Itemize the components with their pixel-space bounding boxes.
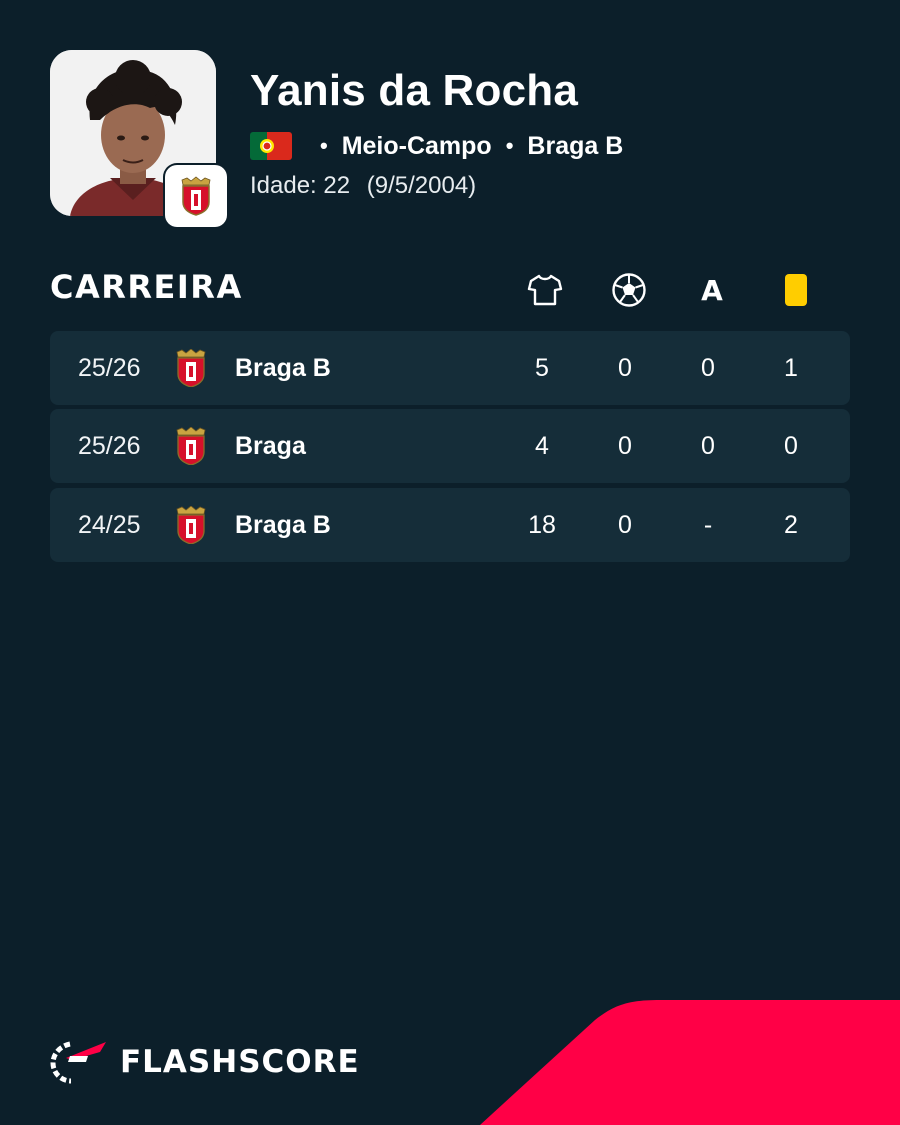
separator-dot: • — [320, 133, 328, 158]
player-age: Idade: 22 — [250, 172, 351, 199]
goals-value: 0 — [618, 353, 632, 382]
braga-crest-icon — [181, 176, 211, 216]
portugal-flag-icon — [250, 132, 292, 160]
assists-value: - — [703, 510, 713, 539]
brand-name: FLASHSCORE — [120, 1044, 360, 1080]
table-row: 24/25 Braga B 18 0 - 2 — [50, 488, 850, 562]
football-icon — [609, 270, 649, 310]
club-name: Braga B — [235, 353, 331, 382]
section-title: CARREIRA — [50, 268, 243, 306]
player-meta-row: • Meio-Campo • Braga B — [250, 130, 623, 162]
yellow-card-icon — [776, 270, 816, 310]
season: 25/26 — [78, 353, 141, 382]
season: 24/25 — [78, 510, 141, 539]
appearances-value: 18 — [528, 510, 556, 539]
appearances-value: 5 — [535, 353, 549, 382]
club-badge — [165, 165, 227, 227]
assists-value: 0 — [701, 431, 715, 460]
table-row: 25/26 Braga B 5 0 0 1 — [50, 331, 850, 405]
braga-crest-icon — [176, 427, 206, 465]
player-career-card: Yanis da Rocha • Meio-Campo • Braga B Id… — [0, 0, 900, 1125]
yellow-cards-value: 1 — [784, 353, 798, 382]
braga-crest-icon — [176, 506, 206, 544]
yellow-cards-value: 0 — [784, 431, 798, 460]
club-name: Braga — [235, 431, 306, 460]
goals-value: 0 — [618, 431, 632, 460]
assists-value: 0 — [701, 353, 715, 382]
appearances-value: 4 — [535, 431, 549, 460]
player-name: Yanis da Rocha — [250, 66, 579, 115]
table-row: 25/26 Braga 4 0 0 0 — [50, 409, 850, 483]
separator-dot: • — [505, 133, 514, 158]
assists-column-label: A — [701, 273, 723, 307]
yellow-cards-value: 2 — [784, 510, 798, 539]
player-club: Braga B — [527, 131, 624, 160]
braga-crest-icon — [176, 349, 206, 387]
goals-value: 0 — [618, 510, 632, 539]
season: 25/26 — [78, 431, 141, 460]
club-name: Braga B — [235, 510, 331, 539]
flashscore-logo: FLASHSCORE — [48, 1038, 360, 1086]
flashscore-logo-icon — [50, 1041, 106, 1084]
player-birth-date: (9/5/2004) — [366, 172, 477, 199]
player-age-row: Idade: 22 (9/5/2004) — [250, 172, 476, 200]
player-position: Meio-Campo — [341, 131, 492, 160]
shirt-icon — [525, 270, 565, 310]
